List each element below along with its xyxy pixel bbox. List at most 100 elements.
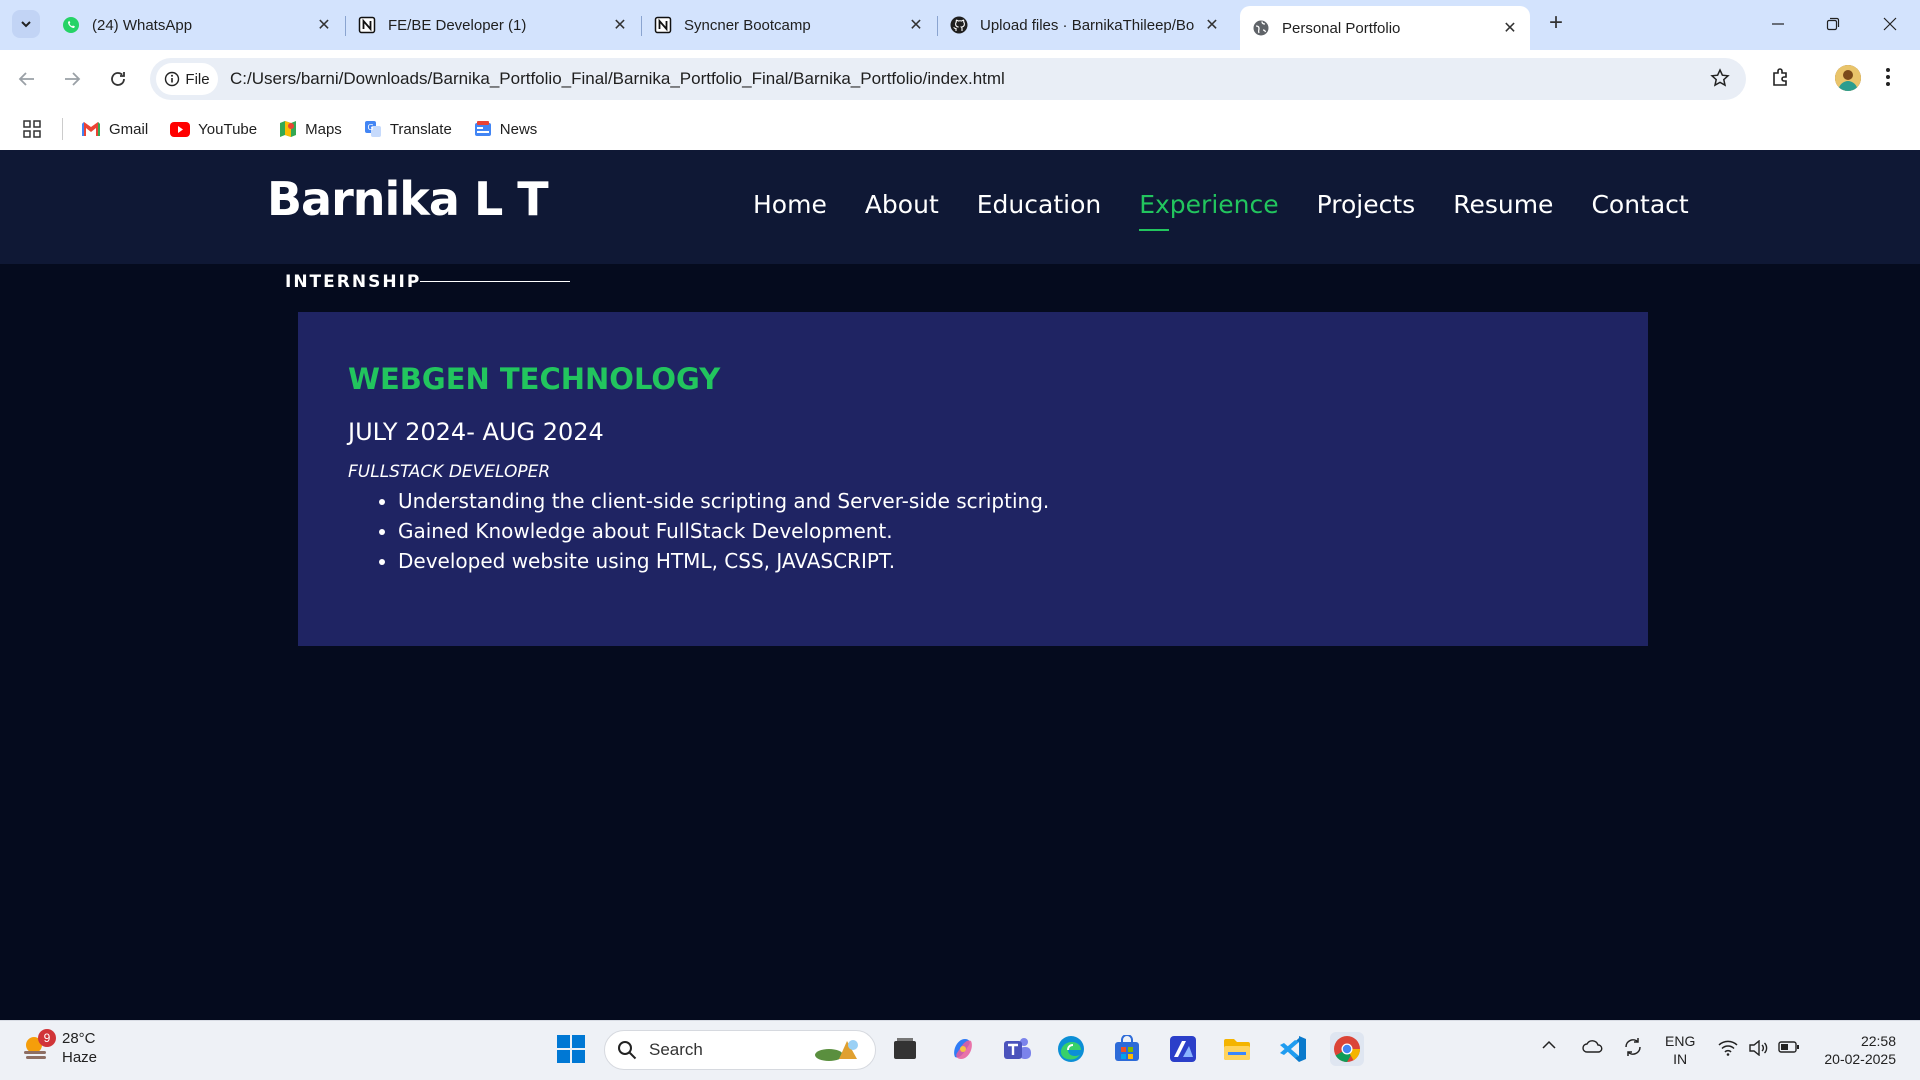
restore-button[interactable]: [1819, 10, 1847, 38]
tab-fe-be-developer[interactable]: FE/BE Developer (1) ✕: [346, 8, 640, 42]
news-icon: [474, 121, 491, 136]
bookmark-label: Maps: [305, 120, 342, 138]
file-explorer-button[interactable]: [1220, 1032, 1254, 1066]
browser-toolbar: File C:/Users/barni/Downloads/Barnika_Po…: [0, 50, 1920, 108]
responsibilities-list: Understanding the client-side scripting …: [398, 486, 1049, 576]
extensions-icon[interactable]: [1770, 66, 1792, 88]
youtube-icon: [170, 121, 191, 137]
weather-widget[interactable]: 9 28°C Haze: [20, 1029, 97, 1067]
close-icon[interactable]: ✕: [1502, 20, 1518, 37]
tab-github-upload[interactable]: Upload files · BarnikaThileep/Bo ✕: [938, 8, 1232, 42]
weather-icon: 9: [20, 1029, 56, 1065]
section-heading: INTERNSHIP: [285, 272, 422, 292]
onedrive-icon[interactable]: [1582, 1037, 1604, 1055]
system-status-group[interactable]: [1718, 1040, 1800, 1056]
tab-search-button[interactable]: [12, 10, 40, 38]
window-close-button[interactable]: [1876, 10, 1904, 38]
info-icon: [165, 71, 180, 87]
taskbar-search[interactable]: Search: [604, 1030, 876, 1070]
site-info-chip[interactable]: File: [156, 63, 218, 95]
forward-button[interactable]: [57, 64, 87, 94]
site-header: Barnika L T Home About Education Experie…: [0, 150, 1920, 264]
bookmarks-divider: [62, 118, 63, 140]
clock-date: 20-02-2025: [1824, 1051, 1896, 1067]
tab-syncner-bootcamp[interactable]: Syncner Bootcamp ✕: [642, 8, 936, 42]
azure-app-button[interactable]: [1166, 1032, 1200, 1066]
show-hidden-icons-button[interactable]: [1542, 1040, 1556, 1050]
nav-resume[interactable]: Resume: [1453, 190, 1553, 219]
bookmark-news[interactable]: News: [474, 120, 538, 138]
bookmark-translate[interactable]: G Translate: [364, 120, 452, 138]
close-icon[interactable]: ✕: [316, 17, 332, 34]
translate-icon: G: [364, 121, 381, 137]
bookmark-youtube[interactable]: YouTube: [170, 121, 257, 138]
teams-icon: [1004, 1038, 1031, 1059]
chevron-down-icon: [21, 21, 31, 28]
nav-about[interactable]: About: [865, 190, 939, 219]
clock[interactable]: 22:58 20-02-2025: [1816, 1032, 1896, 1068]
url-text[interactable]: C:/Users/barni/Downloads/Barnika_Portfol…: [230, 69, 1005, 89]
more-menu-icon[interactable]: [1885, 66, 1891, 88]
vscode-icon: [1280, 1036, 1306, 1062]
section-heading-line: [420, 281, 570, 282]
nav-education[interactable]: Education: [977, 190, 1101, 219]
reload-button[interactable]: [103, 64, 133, 94]
whatsapp-icon: [62, 16, 80, 34]
sync-icon[interactable]: [1622, 1036, 1644, 1058]
start-button[interactable]: [554, 1032, 588, 1066]
back-button[interactable]: [12, 64, 42, 94]
store-icon: [1115, 1035, 1139, 1061]
nav-experience[interactable]: Experience: [1139, 190, 1279, 231]
bookmark-maps[interactable]: Maps: [279, 120, 342, 138]
minimize-icon: [1772, 23, 1784, 25]
experience-dates: JULY 2024- AUG 2024: [348, 418, 604, 446]
search-placeholder: Search: [649, 1040, 703, 1059]
close-icon[interactable]: ✕: [1204, 17, 1220, 34]
profile-avatar[interactable]: [1835, 65, 1861, 91]
close-icon[interactable]: ✕: [908, 17, 924, 34]
windows-icon: [557, 1035, 585, 1063]
notion-icon: [654, 16, 672, 34]
azure-app-icon: [1170, 1036, 1196, 1062]
tab-whatsapp[interactable]: (24) WhatsApp ✕: [50, 8, 344, 42]
nav-projects[interactable]: Projects: [1317, 190, 1416, 219]
new-tab-button[interactable]: +: [1544, 11, 1568, 36]
github-icon: [950, 16, 968, 34]
bookmarks-bar: Gmail YouTube Maps G Translate News: [0, 108, 1920, 150]
maps-icon: [280, 121, 297, 137]
weather-badge: 9: [38, 1029, 56, 1047]
site-brand[interactable]: Barnika L T: [267, 172, 549, 226]
temperature: 28°C: [62, 1030, 96, 1047]
tab-title: Upload files · BarnikaThileep/Bo: [980, 16, 1195, 34]
minimize-button[interactable]: [1764, 10, 1792, 38]
apps-grid-icon[interactable]: [22, 119, 42, 139]
close-icon[interactable]: ✕: [612, 17, 628, 34]
address-bar[interactable]: File C:/Users/barni/Downloads/Barnika_Po…: [150, 58, 1746, 100]
restore-icon: [1826, 17, 1840, 31]
teams-button[interactable]: [1000, 1032, 1034, 1066]
language-code: ENG: [1665, 1033, 1696, 1049]
nav-home[interactable]: Home: [753, 190, 827, 219]
weather-condition: Haze: [62, 1049, 98, 1066]
svg-text:G: G: [367, 123, 373, 132]
chevron-up-icon: [1542, 1040, 1556, 1049]
search-highlight-icon: [815, 1040, 858, 1061]
volume-icon: [1749, 1040, 1768, 1056]
list-item: Developed website using HTML, CSS, JAVAS…: [398, 546, 1049, 576]
copilot-button[interactable]: [946, 1032, 980, 1066]
windows-taskbar: 9 28°C Haze Search ENG IN 22:58 20-02-20…: [0, 1020, 1920, 1080]
site-info-label: File: [185, 70, 210, 88]
tab-personal-portfolio[interactable]: Personal Portfolio ✕: [1240, 6, 1530, 50]
store-button[interactable]: [1110, 1032, 1144, 1066]
task-view-button[interactable]: [888, 1032, 922, 1066]
nav-contact[interactable]: Contact: [1591, 190, 1688, 219]
bookmark-label: News: [499, 120, 538, 138]
language-indicator[interactable]: ENG IN: [1665, 1032, 1695, 1068]
bookmark-label: Gmail: [109, 120, 149, 138]
chrome-button[interactable]: [1330, 1032, 1364, 1066]
bookmark-gmail[interactable]: Gmail: [81, 121, 148, 138]
bookmark-star-icon[interactable]: [1710, 68, 1730, 88]
vscode-button[interactable]: [1276, 1032, 1310, 1066]
clock-time: 22:58: [1860, 1033, 1896, 1049]
edge-button[interactable]: [1054, 1032, 1088, 1066]
